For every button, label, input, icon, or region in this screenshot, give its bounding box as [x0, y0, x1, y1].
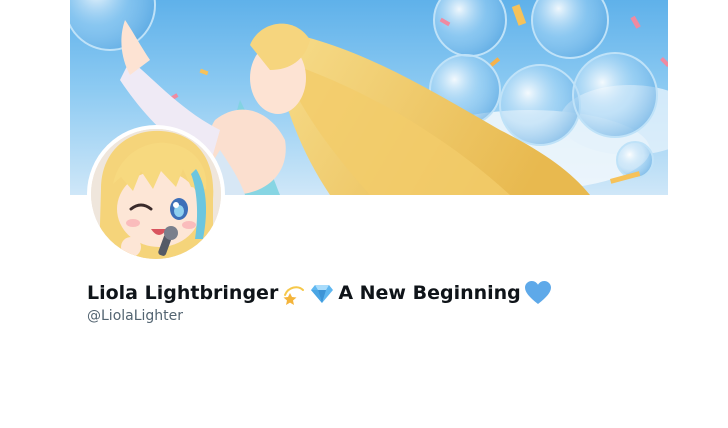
blue-heart-emoji — [524, 281, 551, 305]
display-name-subtitle: A New Beginning — [338, 282, 521, 304]
avatar-illustration — [91, 129, 221, 259]
profile-header: Liola Lightbringer A New Beginning @Liol… — [0, 0, 728, 428]
display-name-text: Liola Lightbringer — [87, 282, 279, 304]
avatar[interactable] — [91, 129, 221, 259]
dizzy-star-emoji — [282, 281, 306, 305]
profile-handle: @LiolaLighter — [87, 308, 184, 324]
profile-display-name: Liola Lightbringer A New Beginning — [87, 281, 551, 305]
gem-emoji — [310, 281, 334, 305]
